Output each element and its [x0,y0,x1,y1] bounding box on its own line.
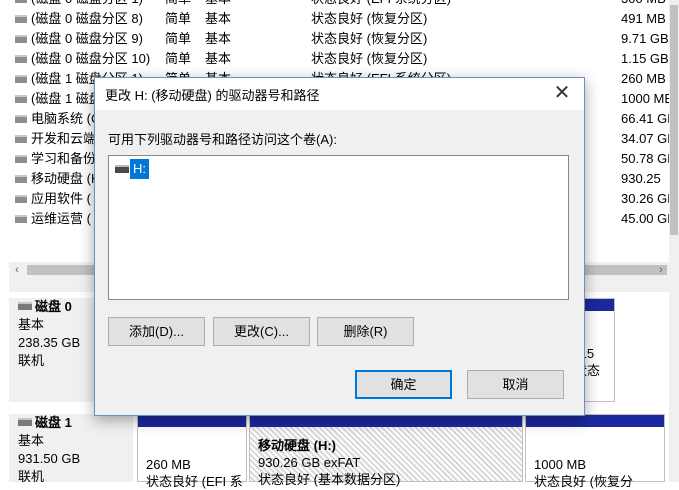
disk-name: 磁盘 0 [35,299,72,314]
volume-status: 状态良好 (恢复分区) [311,11,428,26]
volume-capacity: 66.41 GB [621,111,669,126]
volume-name: 运维运营 ( [31,211,91,226]
partition-recovery[interactable]: 1000 MB 状态良好 (恢复分 [525,414,665,489]
volume-capacity: 30.26 GB [621,191,669,206]
volume-type: 基本 [205,11,232,26]
scroll-right-arrow-icon[interactable]: › [655,262,667,278]
volume-icon [15,215,27,223]
volume-type: 基本 [205,31,232,46]
volume-layout: 简单 [165,31,192,46]
partition-bar [138,415,246,427]
volume-name: 学习和备份 [31,151,97,166]
partition-efi[interactable]: 260 MB 状态良好 (EFI 系 [137,414,247,489]
volume-row[interactable]: (磁盘 0 磁盘分区 10) 简单 基本 状态良好 (恢复分区) 1.15 GB [0,49,669,69]
remove-button[interactable]: 删除(R) [317,317,414,346]
disk-state: 联机 [18,469,45,484]
volume-status: 状态良好 (恢复分区) [311,31,428,46]
volume-icon [15,175,27,183]
volume-icon [15,15,27,23]
volume-icon [15,55,27,63]
disk-1-label[interactable]: 磁盘 1 基本 931.50 GB 联机 [9,414,133,484]
volume-capacity: 300 MB [621,0,666,9]
change-button[interactable]: 更改(C)... [213,317,310,346]
ok-button[interactable]: 确定 [355,370,452,399]
scroll-left-arrow-icon[interactable]: ‹ [11,262,23,278]
volume-icon [15,155,27,163]
dialog-prompt: 可用下列驱动器号和路径访问这个卷(A): [108,132,337,147]
volume-name: 开发和云端 [31,131,97,146]
volume-capacity: 9.71 GB [621,31,669,46]
partition-size: 1000 MB [534,457,587,472]
volume-row[interactable]: (磁盘 0 磁盘分区 1) 简单 基本 状态良好 (EFI 系统分区) 300 MB [0,0,669,9]
volume-capacity: 260 MB [621,71,666,86]
volume-status: 状态良好 (恢复分区) [311,51,428,66]
volume-name: (磁盘 0 磁盘分区 1) [31,0,143,9]
partition-bar [250,415,522,427]
add-button[interactable]: 添加(D)... [108,317,205,346]
volume-layout: 简单 [165,0,191,9]
partition-bar [526,415,664,427]
volume-name: 应用软件 ( [31,191,91,206]
partition-title: 移动硬盘 (H:) [258,438,336,453]
volume-icon [15,115,27,123]
volume-status: 状态良好 (EFI 系统分区) [311,0,451,9]
volume-capacity: 50.78 GB [621,151,669,166]
drive-path-list[interactable]: H: [108,155,569,300]
volume-capacity: 45.00 GB [621,211,669,226]
volume-name: (磁盘 0 磁盘分区 10) [31,51,151,66]
drive-icon [115,165,129,173]
change-drive-letter-dialog: 更改 H: (移动硬盘) 的驱动器号和路径 ✕ 可用下列驱动器号和路径访问这个卷… [94,77,585,416]
disk-size: 931.50 GB [18,451,81,466]
vertical-scroll-thumb[interactable] [670,5,678,235]
list-item-label: H: [130,159,149,179]
volume-icon [15,135,27,143]
volume-capacity: 1000 MB [621,91,669,106]
partition-size: 930.26 GB exFAT [258,455,361,470]
cancel-button[interactable]: 取消 [467,370,564,399]
volume-capacity: 1.15 GB [621,51,669,66]
partition-status: 状态良好 (基本数据分区) [258,472,401,487]
volume-capacity: 491 MB [621,11,666,26]
disk-type: 基本 [18,433,45,448]
volume-icon [15,35,27,43]
close-icon[interactable]: ✕ [540,78,584,110]
volume-capacity: 930.25 [621,171,661,186]
volume-capacity: 34.07 GB [621,131,669,146]
volume-layout: 简单 [165,51,192,66]
volume-type: 基本 [205,51,232,66]
volume-icon [15,75,27,83]
disk-icon [18,418,32,426]
volume-icon [15,95,27,103]
volume-icon [15,195,27,203]
vertical-scrollbar[interactable] [669,0,679,482]
volume-name: (磁盘 0 磁盘分区 8) [31,11,143,26]
dialog-titlebar[interactable]: 更改 H: (移动硬盘) 的驱动器号和路径 ✕ [95,78,584,110]
volume-icon [15,0,27,3]
dialog-title: 更改 H: (移动硬盘) 的驱动器号和路径 [105,88,320,103]
partition-h-drive[interactable]: 移动硬盘 (H:) 930.26 GB exFAT 状态良好 (基本数据分区) [249,414,523,487]
disk-name: 磁盘 1 [35,415,72,430]
volume-row[interactable]: (磁盘 0 磁盘分区 8) 简单 基本 状态良好 (恢复分区) 491 MB [0,9,669,29]
partition-size: 260 MB [146,457,191,472]
volume-type: 基本 [205,0,231,9]
volume-name: (磁盘 0 磁盘分区 9) [31,31,143,46]
volume-row[interactable]: (磁盘 0 磁盘分区 9) 简单 基本 状态良好 (恢复分区) 9.71 GB [0,29,669,49]
disk-icon [18,302,32,310]
volume-layout: 简单 [165,11,192,26]
